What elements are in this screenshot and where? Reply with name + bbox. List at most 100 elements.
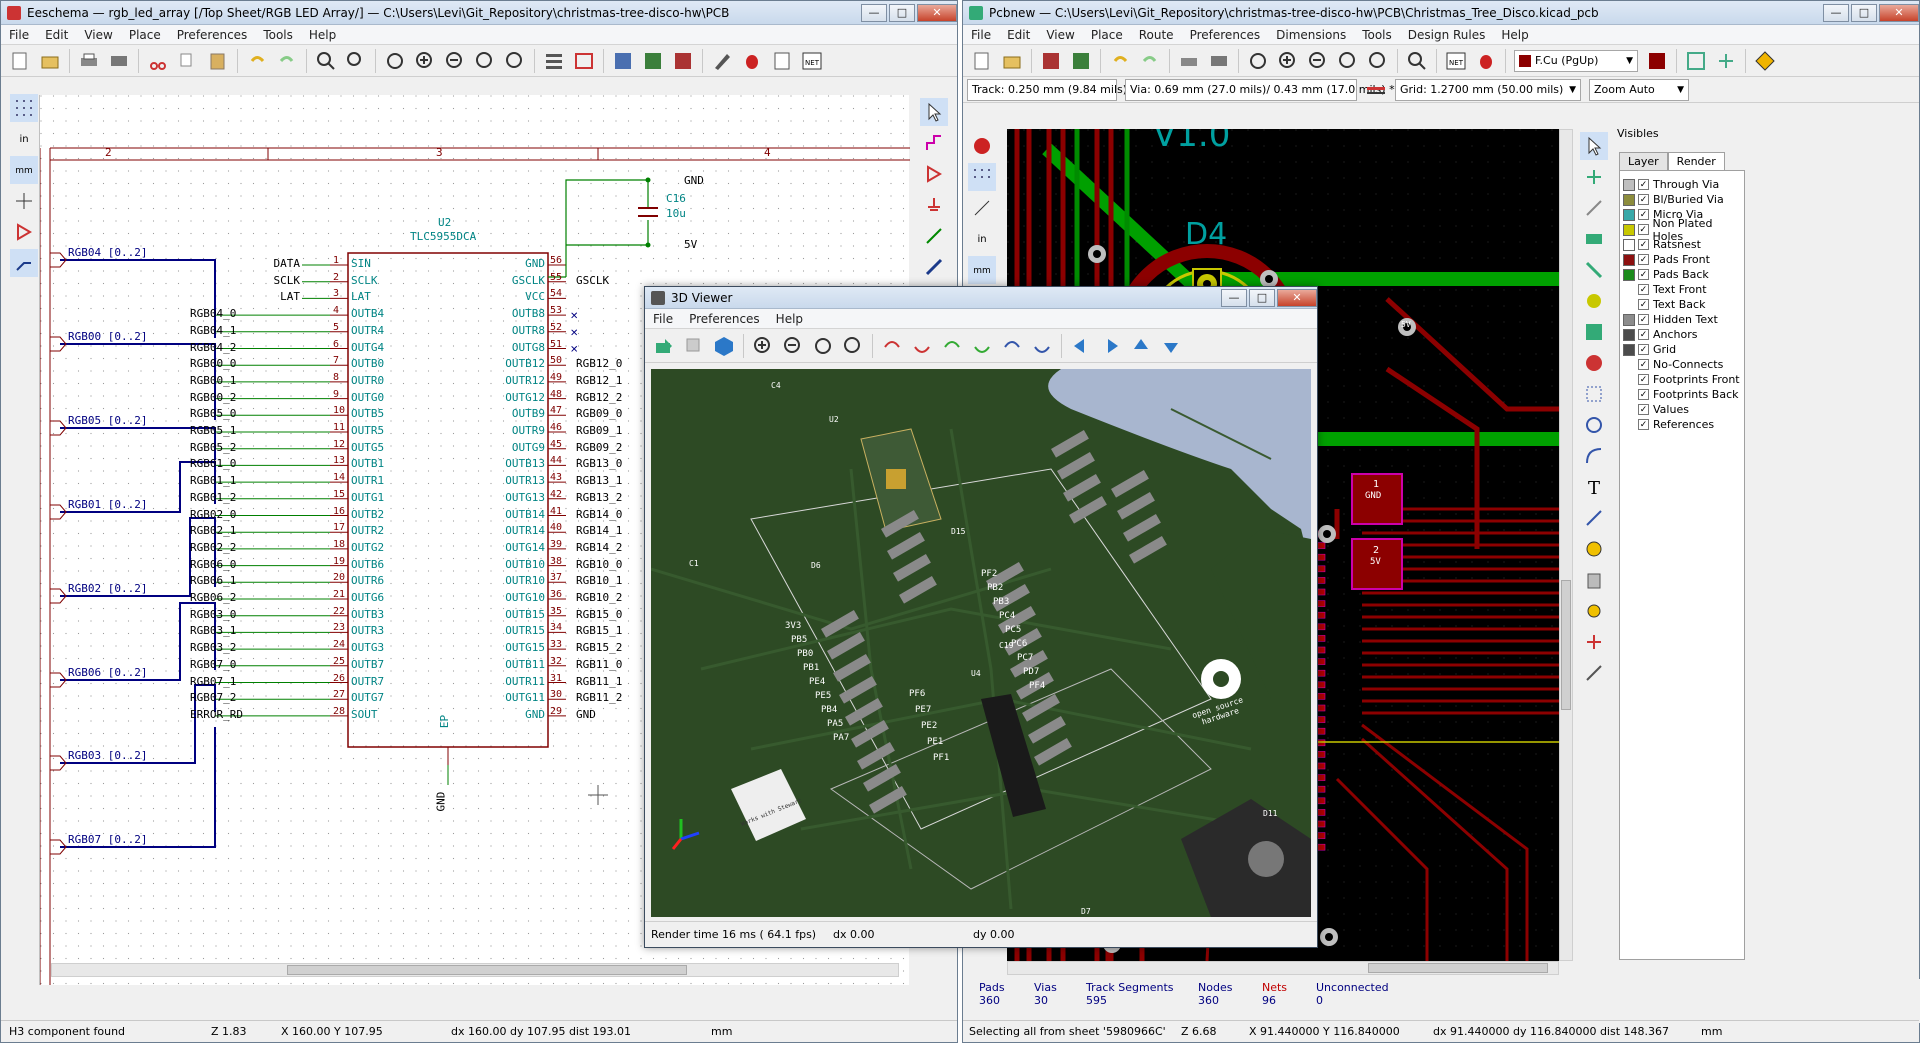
- layer-color-swatch[interactable]: [1623, 268, 1635, 281]
- rotate-x-cw-icon[interactable]: [879, 333, 905, 359]
- add-target-icon[interactable]: [1580, 535, 1608, 563]
- pcbnew-vscroll-thumb[interactable]: [1561, 580, 1571, 710]
- highlight-net-icon[interactable]: [920, 129, 948, 157]
- menu-help[interactable]: Help: [1493, 28, 1536, 42]
- find-replace-icon[interactable]: [343, 48, 369, 74]
- visibility-checkbox[interactable]: ✓: [1638, 419, 1649, 430]
- visibles-row[interactable]: ✓ Hidden Text: [1623, 312, 1744, 327]
- visibles-row[interactable]: ✓ Anchors: [1623, 327, 1744, 342]
- route-track-icon[interactable]: [1580, 256, 1608, 284]
- drc-off-icon[interactable]: [968, 132, 996, 160]
- tab-layer[interactable]: Layer: [1619, 152, 1668, 170]
- add-line-icon[interactable]: [1580, 380, 1608, 408]
- add-footprint-icon[interactable]: [1580, 225, 1608, 253]
- pan-left-icon[interactable]: [1068, 333, 1094, 359]
- visibility-checkbox[interactable]: ✓: [1638, 179, 1649, 190]
- zoom-in-icon[interactable]: [1275, 48, 1301, 74]
- rotate-z-ccw-icon[interactable]: [1029, 333, 1055, 359]
- wire-angle-icon[interactable]: [10, 249, 38, 277]
- visibility-checkbox[interactable]: ✓: [1638, 389, 1649, 400]
- close-button[interactable]: ✕: [1277, 288, 1317, 307]
- menu-dimensions[interactable]: Dimensions: [1268, 28, 1354, 42]
- visibles-row[interactable]: ✓ Values: [1623, 402, 1744, 417]
- redraw-icon[interactable]: [810, 333, 836, 359]
- track-width-dropdown[interactable]: Track: 0.250 mm (9.84 mils) *▼: [967, 78, 1147, 101]
- auto-track-width-icon[interactable]: [1363, 77, 1389, 103]
- menu-place[interactable]: Place: [121, 28, 169, 42]
- eeschema-hscroll-thumb[interactable]: [287, 965, 687, 975]
- eeschema-hscrollbar[interactable]: [51, 963, 899, 977]
- menu-edit[interactable]: Edit: [999, 28, 1038, 42]
- add-arc-icon[interactable]: [1580, 442, 1608, 470]
- plot-icon[interactable]: [1206, 48, 1232, 74]
- add-zone-icon[interactable]: [1580, 318, 1608, 346]
- add-via-icon[interactable]: [1580, 287, 1608, 315]
- footprint-library-icon[interactable]: [1068, 48, 1094, 74]
- pcbnew-hscroll-thumb[interactable]: [1368, 963, 1548, 973]
- copy-image-icon[interactable]: [681, 333, 707, 359]
- zoom-fit-icon[interactable]: [1335, 48, 1361, 74]
- layer-color-swatch[interactable]: [1623, 389, 1635, 401]
- add-bus-icon[interactable]: [920, 253, 948, 281]
- add-text-icon[interactable]: T: [1580, 473, 1608, 501]
- zoom-fit-icon[interactable]: [840, 333, 866, 359]
- open-icon[interactable]: [37, 48, 63, 74]
- undo-icon[interactable]: [1107, 48, 1133, 74]
- layer-color-swatch[interactable]: [1623, 238, 1635, 251]
- visibility-checkbox[interactable]: ✓: [1638, 209, 1649, 220]
- reload-board-icon[interactable]: [651, 333, 677, 359]
- menu-tools[interactable]: Tools: [1354, 28, 1400, 42]
- visibility-checkbox[interactable]: ✓: [1638, 329, 1649, 340]
- layer-color-swatch[interactable]: [1623, 404, 1635, 416]
- layer-color-swatch[interactable]: [1623, 223, 1635, 236]
- select-arrow-icon[interactable]: [920, 98, 948, 126]
- layer-color-swatch[interactable]: [1623, 419, 1635, 431]
- units-inch-icon[interactable]: in: [968, 225, 996, 253]
- viewer3d-canvas[interactable]: 3V3 PB5 PB0 PB1 PE4 PE5 PB4 PA5 PA7 PF2 PB2 PB3 PC4 P…: [651, 369, 1311, 917]
- grid-toggle-icon[interactable]: [10, 94, 38, 122]
- layer-color-swatch[interactable]: [1623, 328, 1635, 341]
- delete-icon[interactable]: [1580, 566, 1608, 594]
- rotate-z-cw-icon[interactable]: [999, 333, 1025, 359]
- redo-icon[interactable]: [274, 48, 300, 74]
- visibility-checkbox[interactable]: ✓: [1638, 194, 1649, 205]
- menu-preferences[interactable]: Preferences: [1182, 28, 1269, 42]
- menu-tools[interactable]: Tools: [255, 28, 301, 42]
- minimize-button[interactable]: —: [1221, 288, 1247, 307]
- cursor-shape-icon[interactable]: [10, 187, 38, 215]
- autoplace-icon[interactable]: [1683, 48, 1709, 74]
- minimize-button[interactable]: —: [861, 3, 887, 22]
- menu-place[interactable]: Place: [1083, 28, 1131, 42]
- set-origin-icon[interactable]: [1580, 597, 1608, 625]
- plot-icon[interactable]: [106, 48, 132, 74]
- maximize-button[interactable]: □: [1249, 288, 1275, 307]
- print-icon[interactable]: [1176, 48, 1202, 74]
- leave-sheet-icon[interactable]: [571, 48, 597, 74]
- zoom-dropdown[interactable]: Zoom Auto ▼: [1589, 78, 1689, 101]
- layer-color-swatch[interactable]: [1623, 193, 1635, 206]
- menu-preferences[interactable]: Preferences: [681, 312, 768, 326]
- add-circle-icon[interactable]: [1580, 411, 1608, 439]
- bom-icon[interactable]: [769, 48, 795, 74]
- rotate-y-ccw-icon[interactable]: [969, 333, 995, 359]
- layer-color-swatch[interactable]: [1623, 374, 1635, 386]
- layer-color-swatch[interactable]: [1623, 284, 1635, 296]
- zoom-selection-icon[interactable]: [502, 48, 528, 74]
- visibles-row[interactable]: ✓ Bl/Buried Via: [1623, 192, 1744, 207]
- layer-select-dropdown[interactable]: F.Cu (PgUp) ▼: [1514, 49, 1638, 72]
- open-board-icon[interactable]: [999, 48, 1025, 74]
- menu-file[interactable]: File: [1, 28, 37, 42]
- visibles-row[interactable]: ✓ Pads Front: [1623, 252, 1744, 267]
- redraw-icon[interactable]: [382, 48, 408, 74]
- keepout-icon[interactable]: [1580, 349, 1608, 377]
- find-icon[interactable]: [1404, 48, 1430, 74]
- units-inch-icon[interactable]: in: [10, 125, 38, 153]
- visibles-row[interactable]: ✓ No-Connects: [1623, 357, 1744, 372]
- set-grid-origin-icon[interactable]: [1580, 628, 1608, 656]
- zoom-in-icon[interactable]: [412, 48, 438, 74]
- zoom-out-icon[interactable]: [1305, 48, 1331, 74]
- visibility-checkbox[interactable]: ✓: [1638, 284, 1649, 295]
- polar-coords-icon[interactable]: [968, 194, 996, 222]
- undo-icon[interactable]: [244, 48, 270, 74]
- new-board-icon[interactable]: [969, 48, 995, 74]
